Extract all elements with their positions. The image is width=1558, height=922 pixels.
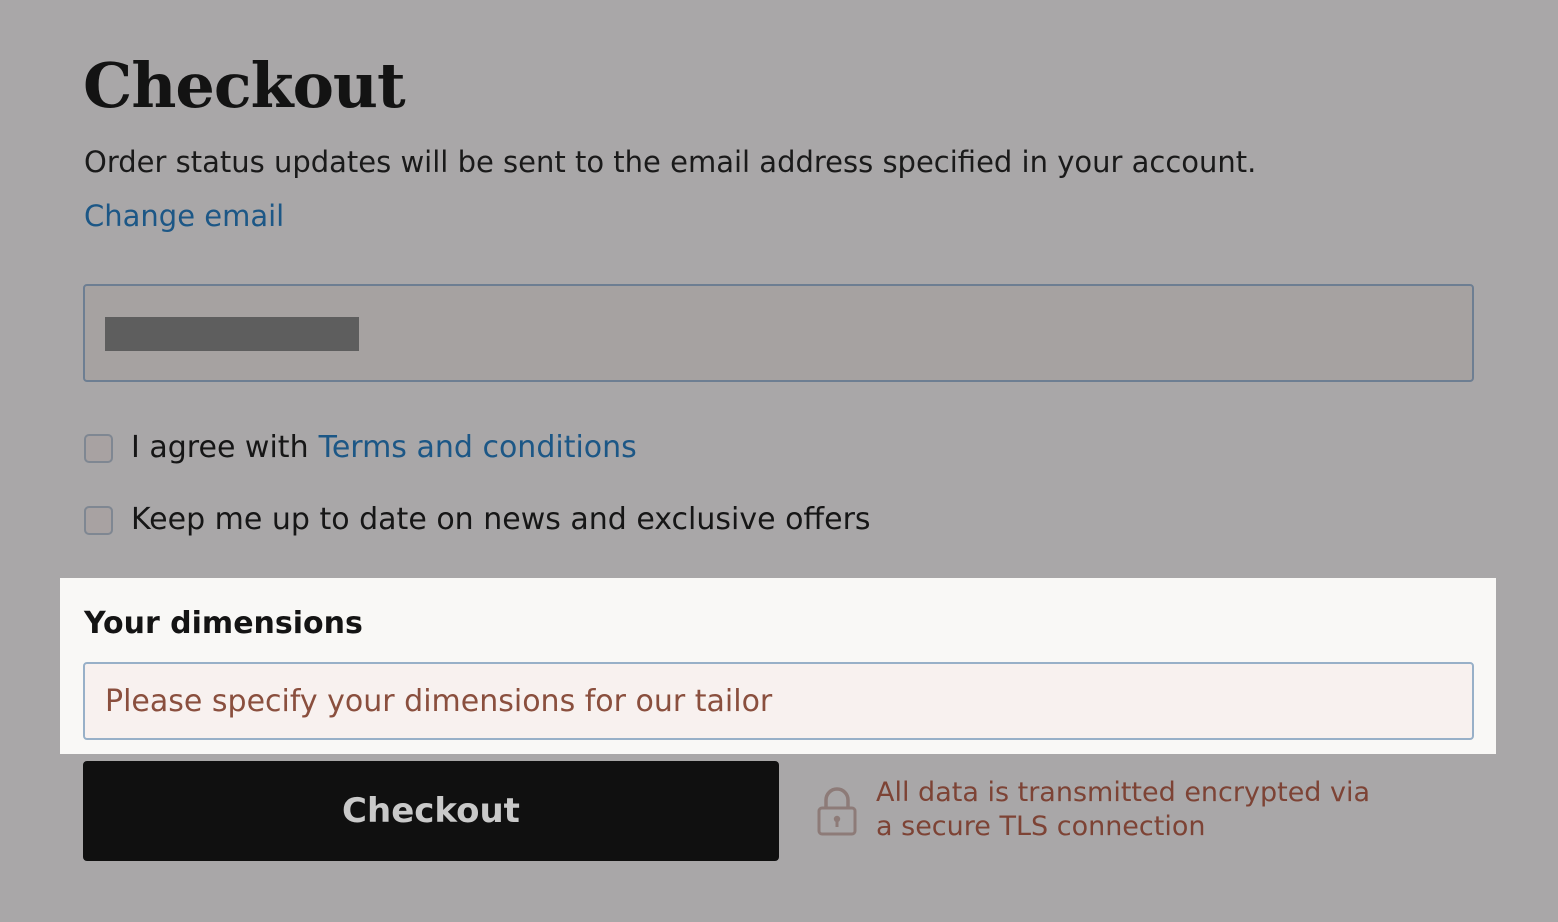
lock-icon [817, 787, 857, 836]
security-notice-line-1: All data is transmitted encrypted via [876, 777, 1371, 808]
terms-checkbox[interactable] [84, 433, 113, 463]
redacted-email-value [105, 317, 359, 351]
security-notice-line-2: a secure TLS connection [876, 811, 1206, 842]
dimensions-label: Your dimensions [84, 606, 363, 641]
security-notice: All data is transmitted encrypted via a … [876, 776, 1370, 844]
terms-and-conditions-link[interactable]: Terms and conditions [319, 426, 637, 470]
dimensions-input[interactable] [83, 662, 1474, 740]
terms-checkbox-label: I agree with [131, 430, 309, 465]
page-title: Checkout [83, 49, 406, 122]
email-field[interactable] [83, 284, 1474, 382]
dimensions-section: Your dimensions [60, 578, 1496, 754]
newsletter-checkbox-label: Keep me up to date on news and exclusive… [131, 502, 871, 537]
change-email-link[interactable]: Change email [84, 194, 284, 238]
newsletter-checkbox[interactable] [84, 505, 113, 535]
terms-checkbox-row[interactable]: I agree with Terms and conditions [84, 426, 637, 470]
newsletter-checkbox-row[interactable]: Keep me up to date on news and exclusive… [84, 498, 871, 542]
order-status-notice: Order status updates will be sent to the… [84, 145, 1257, 179]
checkout-button[interactable]: Checkout [83, 761, 779, 861]
